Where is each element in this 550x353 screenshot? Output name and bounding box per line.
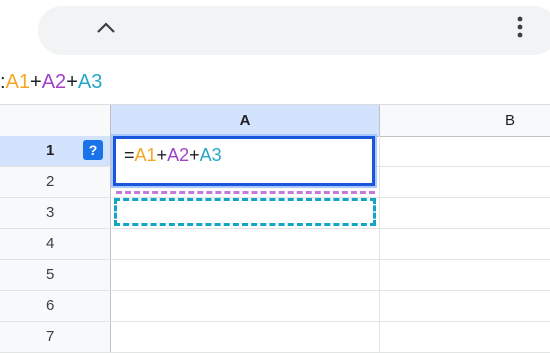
chevron-up-icon xyxy=(97,22,115,33)
cell-b3[interactable] xyxy=(380,198,550,228)
row-number: 1 xyxy=(46,142,55,159)
range-highlight-a2 xyxy=(116,186,375,194)
row-header-2[interactable]: 2 xyxy=(0,167,111,197)
range-highlight-a3 xyxy=(114,198,376,226)
cell-b2[interactable] xyxy=(380,167,550,197)
editor-ref-a1: A1 xyxy=(134,145,157,165)
row-header-5[interactable]: 5 xyxy=(0,260,111,290)
column-header-b[interactable]: B xyxy=(380,105,550,136)
editor-ref-a3: A3 xyxy=(199,145,222,165)
collapse-button[interactable] xyxy=(88,12,124,42)
row-header-4[interactable]: 4 xyxy=(0,229,111,259)
cell-a6[interactable] xyxy=(111,291,380,321)
row-number: 4 xyxy=(46,235,55,252)
column-header-a[interactable]: A xyxy=(111,105,380,136)
cell-a5[interactable] xyxy=(111,260,380,290)
editor-op-1: + xyxy=(156,145,168,165)
formula-text[interactable]: :A1+A2+A3 xyxy=(0,69,102,95)
cell-editor-text[interactable]: =A1+A2+A3 xyxy=(124,144,222,166)
row-number: 7 xyxy=(46,328,55,345)
column-header-row: A B xyxy=(0,104,550,137)
row-number: 5 xyxy=(46,266,55,283)
formula-op-2: + xyxy=(66,71,78,93)
more-vert-icon xyxy=(517,16,523,38)
more-options-button[interactable] xyxy=(508,10,532,44)
formula-ref-a2: A2 xyxy=(41,71,67,93)
row-number: 2 xyxy=(46,173,55,190)
cell-b4[interactable] xyxy=(380,229,550,259)
formula-ref-a3: A3 xyxy=(77,71,103,93)
cell-b7[interactable] xyxy=(380,322,550,352)
cell-b5[interactable] xyxy=(380,260,550,290)
editor-equals: = xyxy=(124,145,135,165)
row-number: 3 xyxy=(46,204,55,221)
cell-editor[interactable]: =A1+A2+A3 xyxy=(113,136,375,186)
row-header-6[interactable]: 6 xyxy=(0,291,111,321)
top-toolbar xyxy=(0,0,550,63)
formula-op-1: + xyxy=(30,71,42,93)
row-header-1[interactable]: 1 ? xyxy=(0,136,111,166)
table-row: 4 xyxy=(0,229,550,260)
table-row: 5 xyxy=(0,260,550,291)
cell-b6[interactable] xyxy=(380,291,550,321)
select-all-corner[interactable] xyxy=(0,105,111,136)
row-header-3[interactable]: 3 xyxy=(0,198,111,228)
cell-a4[interactable] xyxy=(111,229,380,259)
formula-help-badge[interactable]: ? xyxy=(83,140,103,160)
table-row: 6 xyxy=(0,291,550,322)
editor-op-2: + xyxy=(189,145,200,165)
formula-ref-a1: A1 xyxy=(5,71,31,93)
cell-a7[interactable] xyxy=(111,322,380,352)
cell-b1[interactable] xyxy=(380,136,550,166)
row-number: 6 xyxy=(46,297,55,314)
formula-bar[interactable]: :A1+A2+A3 xyxy=(0,63,550,103)
row-header-7[interactable]: 7 xyxy=(0,322,111,352)
editor-ref-a2: A2 xyxy=(167,145,190,165)
